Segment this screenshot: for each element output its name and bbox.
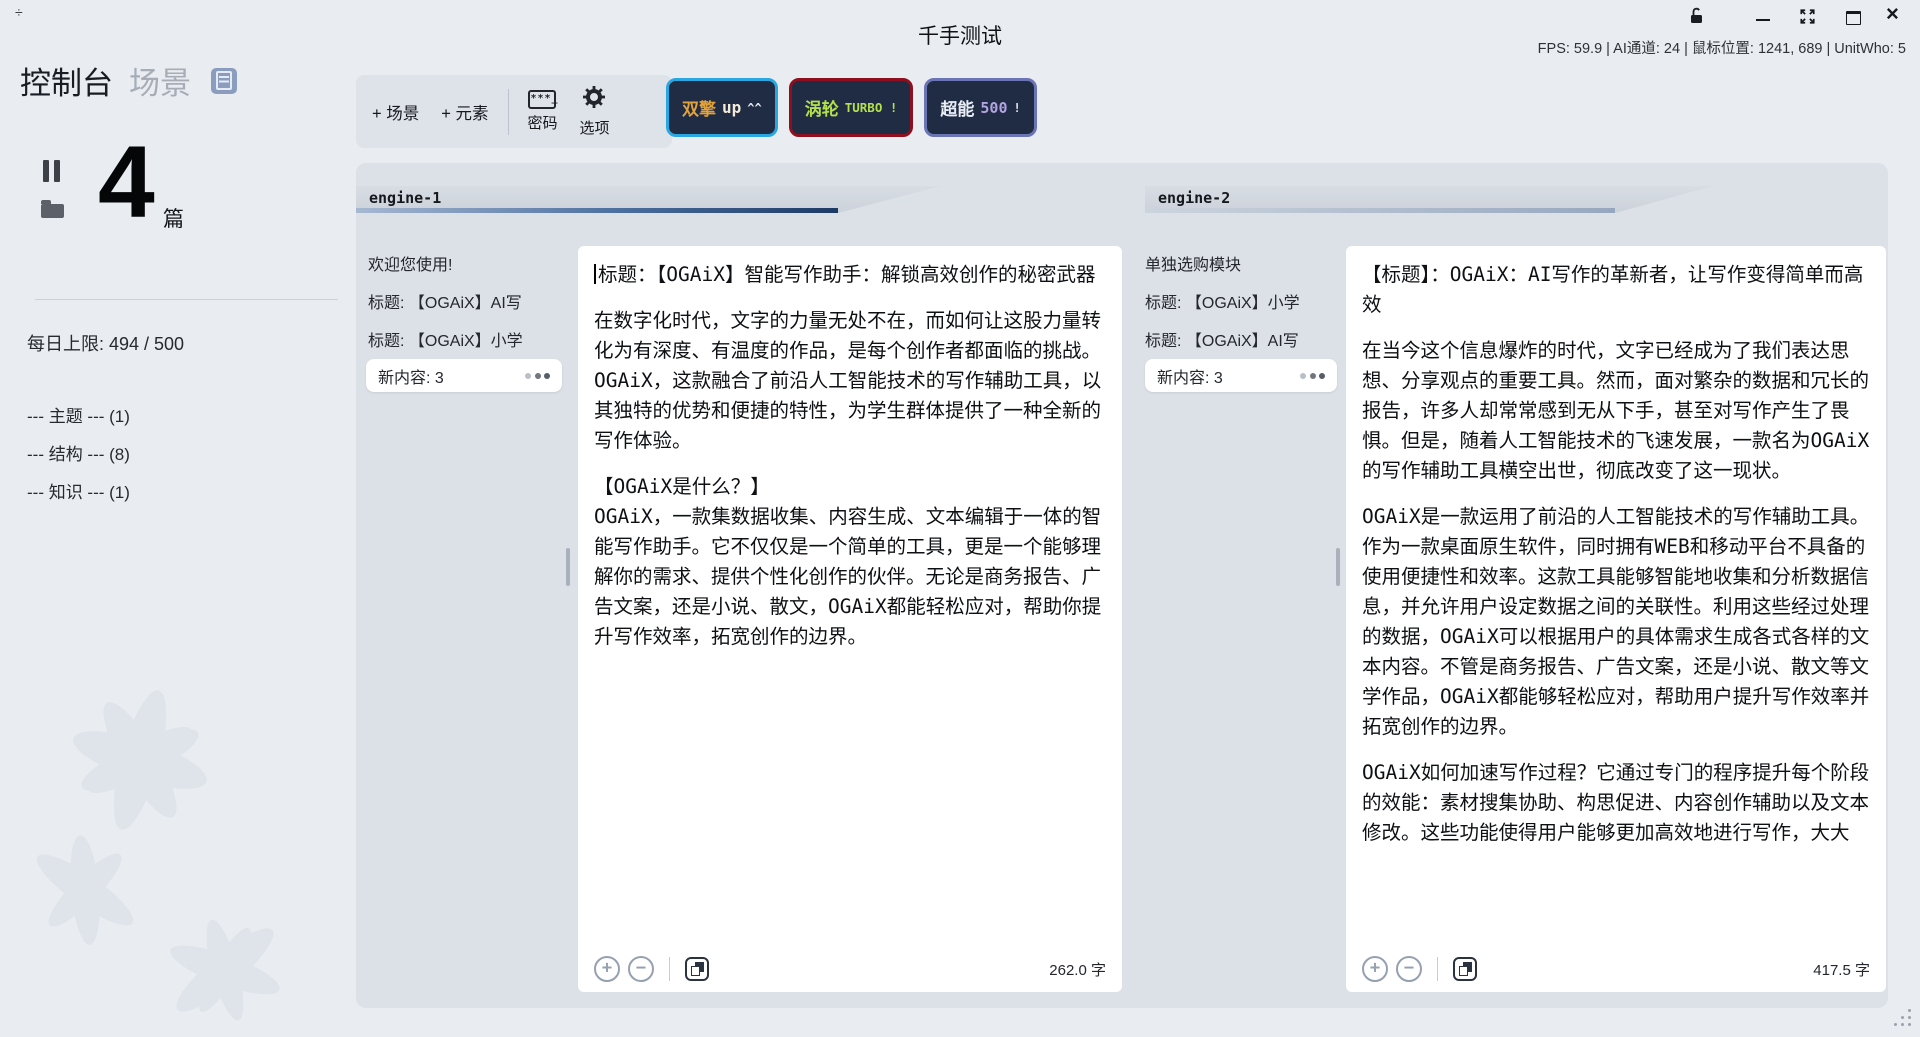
editor-paragraph: OGAiX，一款集数据收集、内容生成、文本编辑于一体的智能写作助手。它不仅仅是一… [594, 502, 1106, 652]
editor-paragraph: OGAiX如何加速写作过程？它通过专门的程序提升每个阶段的效能：素材搜集协助、构… [1362, 758, 1870, 848]
turbo-label: 涡轮 [805, 95, 839, 120]
dual-engine-suffix: ^^ [747, 101, 761, 115]
password-icon: ***_ [528, 90, 556, 109]
sidebar-item-knowledge[interactable]: --- 知识 --- (1) [27, 478, 130, 503]
super-500-label: 500 [980, 99, 1007, 117]
add-scene-button[interactable]: + 场景 [372, 100, 419, 124]
engine2-list-item[interactable]: 标题: 【OGAiX】小学 [1145, 289, 1333, 313]
editor-paragraph: 【标题】：OGAiX：AI写作的革新者，让写作变得简单而高效 [1362, 260, 1870, 320]
daily-limit-label: 每日上限: 494 / 500 [27, 330, 184, 356]
editor-paragraph: 在当今这个信息爆炸的时代，文字已经成为了我们表达思想、分享观点的重要工具。然而，… [1362, 336, 1870, 486]
window-menu-icon[interactable]: ÷ [15, 4, 23, 20]
engine1-accent-bar [356, 208, 838, 213]
turbo-boost-button[interactable]: 涡轮 TURBO ! [789, 78, 914, 137]
window-resize-grip[interactable] [1908, 1023, 1911, 1026]
word-count: 262.0 字 [1049, 959, 1106, 980]
dual-engine-up-label: up [722, 98, 741, 117]
sidebar-item-theme[interactable]: --- 主题 --- (1) [27, 402, 130, 427]
zoom-out-button[interactable]: − [1396, 956, 1422, 982]
status-bar: FPS: 59.9 | AI通道: 24 | 鼠标位置: 1241, 689 |… [1538, 37, 1906, 58]
engine1-list-item[interactable]: 标题: 【OGAiX】小学 [368, 327, 556, 351]
toolbar-divider [508, 89, 509, 135]
engine2-selected-label: 新内容: 3 [1157, 364, 1223, 388]
more-options-icon[interactable] [525, 373, 550, 379]
tab-scene[interactable]: 场景 [129, 58, 191, 103]
engine1-editor-controls: + − 262.0 字 [594, 956, 1106, 982]
pause-button[interactable] [43, 160, 60, 182]
engine1-selected-item[interactable]: 新内容: 3 [366, 359, 562, 392]
engine1-label: engine-1 [356, 186, 441, 208]
engine1-selected-label: 新内容: 3 [378, 364, 444, 388]
pause-bar [43, 160, 49, 182]
options-label: 选项 [579, 117, 609, 138]
add-element-button[interactable]: + 元素 [441, 100, 488, 124]
close-button[interactable]: × [1886, 1, 1899, 27]
engine2-editor[interactable]: 【标题】：OGAiX：AI写作的革新者，让写作变得简单而高效 在当今这个信息爆炸… [1346, 246, 1886, 992]
dual-engine-label: 双擎 [682, 95, 716, 120]
engine1-list-item[interactable]: 欢迎您使用! [368, 251, 556, 275]
main-panel: engine-1 欢迎您使用! 标题: 【OGAiX】AI写 标题: 【OGAi… [356, 163, 1888, 1008]
sidebar-divider [35, 299, 338, 300]
decorative-leaf-watermark [0, 640, 340, 1037]
toolbar: + 场景 + 元素 ***_ 密码 选项 [356, 75, 672, 148]
folder-icon[interactable] [41, 204, 64, 218]
zoom-in-button[interactable]: + [1362, 956, 1388, 982]
super-suffix: ! [1014, 101, 1021, 115]
engine1-editor[interactable]: 标题：【OGAiX】智能写作助手：解锁高效创作的秘密武器 在数字化时代，文字的力… [578, 246, 1122, 992]
more-options-icon[interactable] [1300, 373, 1325, 379]
engine2-list-item[interactable]: 标题: 【OGAiX】AI写 [1145, 327, 1333, 351]
password-button[interactable]: ***_ 密码 [527, 90, 557, 133]
sidebar-item-structure[interactable]: --- 结构 --- (8) [27, 440, 130, 465]
engine2-list-item[interactable]: 单独选购模块 [1145, 251, 1333, 275]
engine2-accent-bar [1145, 208, 1615, 213]
engine1-splitter-handle[interactable] [566, 548, 570, 586]
engine2-selected-item[interactable]: 新内容: 3 [1145, 359, 1337, 392]
editor-paragraph: 在数字化时代，文字的力量无处不在，而如何让这股力量转化为有深度、有温度的作品，是… [594, 306, 1106, 456]
maximize-button[interactable] [1846, 11, 1861, 25]
editor-paragraph: 【OGAiX是什么？】 [594, 472, 1106, 502]
editor-paragraph: 标题：【OGAiX】智能写作助手：解锁高效创作的秘密武器 [594, 260, 1106, 290]
article-counter-unit: 篇 [163, 203, 184, 233]
boost-button-row: 双擎 up ^^ 涡轮 TURBO ! 超能 500 ! [666, 78, 1037, 137]
scene-list-icon[interactable] [211, 68, 237, 94]
zoom-out-button[interactable]: − [628, 956, 654, 982]
article-counter: 4 [98, 136, 155, 230]
copy-icon[interactable] [1453, 957, 1477, 981]
dual-engine-boost-button[interactable]: 双擎 up ^^ [666, 78, 778, 137]
engine1-list-item[interactable]: 标题: 【OGAiX】AI写 [368, 289, 556, 313]
password-label: 密码 [527, 112, 557, 133]
engine2-splitter-handle[interactable] [1336, 548, 1340, 586]
word-count: 417.5 字 [1813, 959, 1870, 980]
turbo-en-label: TURBO ! [845, 100, 898, 115]
controls-divider [1437, 957, 1438, 981]
copy-icon[interactable] [685, 957, 709, 981]
tab-console[interactable]: 控制台 [20, 58, 113, 103]
engine2-label: engine-2 [1145, 186, 1230, 208]
zoom-in-button[interactable]: + [594, 956, 620, 982]
document-glyph [216, 71, 232, 90]
options-button[interactable]: 选项 [579, 85, 609, 138]
lock-icon[interactable] [1690, 7, 1703, 29]
editor-paragraph: OGAiX是一款运用了前沿的人工智能技术的写作辅助工具。作为一款桌面原生软件，同… [1362, 502, 1870, 742]
fullscreen-icon[interactable] [1800, 9, 1815, 29]
super-label: 超能 [940, 95, 974, 120]
super-boost-button[interactable]: 超能 500 ! [924, 78, 1036, 137]
gear-icon [582, 85, 606, 114]
text-cursor [594, 264, 596, 284]
controls-divider [669, 957, 670, 981]
minimize-button[interactable] [1756, 19, 1770, 21]
pause-bar [54, 160, 60, 182]
engine2-editor-controls: + − 417.5 字 [1362, 956, 1870, 982]
sidebar-tabs: 控制台 场景 [20, 58, 237, 103]
